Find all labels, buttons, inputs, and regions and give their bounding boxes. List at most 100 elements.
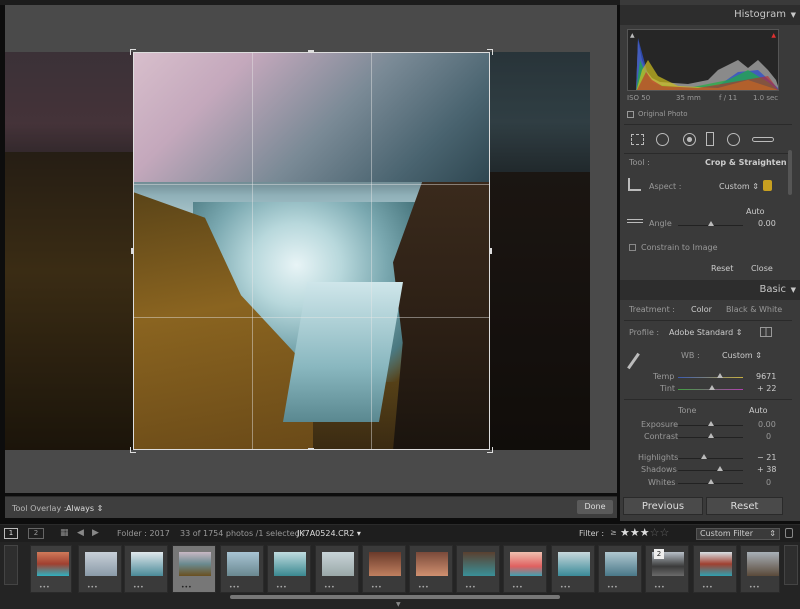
shadow-clipping-icon[interactable]: ▲ [630,32,635,39]
shadows-slider[interactable] [678,470,743,471]
star-rating-filter[interactable]: ★★★☆☆ [620,526,669,539]
lock-icon[interactable] [763,180,772,191]
filmstrip-left-thumb[interactable] [4,545,18,585]
graduated-filter-icon[interactable] [706,132,714,146]
temp-value[interactable]: 9671 [756,372,776,381]
crop-handle-top-right[interactable] [487,49,493,55]
crop-handle-bottom-left[interactable] [130,447,136,453]
profile-browser-icon[interactable] [760,327,772,337]
grid-icon[interactable]: ▦ [60,528,69,538]
dropdown-arrow-icon: ▾ [356,529,361,538]
rating-filter-operator[interactable]: ≥ [610,528,617,537]
tool-overlay-select[interactable]: Always ⇕ [66,504,103,513]
basic-header[interactable]: Basic ▼ [620,280,800,300]
shadows-slider-knob[interactable] [717,466,723,471]
radial-filter-icon[interactable] [727,133,740,146]
thumbnail[interactable]: ••• [693,545,737,593]
angle-value[interactable]: 0.00 [758,219,776,228]
thumbnail[interactable]: ••• [220,545,264,593]
thumbnail[interactable]: ••• [740,545,780,593]
angle-label: Angle [649,219,672,228]
crop-handle-top-left[interactable] [130,49,136,55]
eyedropper-icon[interactable] [627,352,640,370]
aspect-label: Aspect : [649,182,682,191]
crop-angle-icon[interactable] [628,178,641,191]
rating-stars: ••• [512,584,523,591]
temp-slider-knob[interactable] [717,373,723,378]
filter-select[interactable]: Custom Filter ⇕ [696,528,780,540]
histogram-header[interactable]: Histogram ▼ [620,5,800,25]
thumbnail[interactable]: ••• [598,545,642,593]
crop-close-button[interactable]: Close [751,264,773,273]
auto-straighten-button[interactable]: Auto [746,207,765,216]
back-arrow-icon[interactable]: ◀ [77,528,84,538]
wb-select[interactable]: Custom ⇕ [722,351,762,360]
thumbnail[interactable]: ••• [551,545,595,593]
thumbnail[interactable]: ••• [30,545,72,593]
exposure-value[interactable]: 0.00 [758,420,776,429]
folder-label[interactable]: Folder : 2017 [117,529,170,538]
filmstrip-right-thumb[interactable] [784,545,798,585]
thumbnail-selected[interactable]: ••• [172,545,216,593]
rating-stars: ••• [702,584,713,591]
whites-slider-knob[interactable] [708,479,714,484]
level-tool-icon[interactable] [627,219,643,223]
previous-button[interactable]: Previous [623,497,703,515]
aspect-select[interactable]: Custom ⇕ [719,182,759,191]
panel-scrollbar[interactable] [788,150,792,195]
tone-auto-button[interactable]: Auto [749,406,768,415]
crop-handle-bottom-right[interactable] [487,447,493,453]
whites-value[interactable]: 0 [766,478,771,487]
crop-handle-right[interactable] [490,248,492,254]
tint-value[interactable]: + 22 [757,384,776,393]
selected-filename[interactable]: JK7A0524.CR2 ▾ [297,529,361,538]
crop-handle-top[interactable] [308,50,314,52]
done-button[interactable]: Done [577,500,613,514]
crop-reset-button[interactable]: Reset [711,264,733,273]
tint-slider-knob[interactable] [709,385,715,390]
adjustment-brush-icon[interactable] [752,137,774,142]
thumbnail[interactable]: ••• [124,545,168,593]
thumbnail[interactable]: ••• [456,545,500,593]
treatment-color-button[interactable]: Color [691,305,712,314]
highlights-slider-knob[interactable] [701,454,707,459]
thumbnail[interactable]: ••• [409,545,453,593]
original-photo-checkbox[interactable] [627,111,634,118]
exposure-slider-knob[interactable] [708,421,714,426]
view-1-button[interactable]: 1 [4,528,18,539]
crop-frame[interactable] [133,52,490,450]
treatment-bw-button[interactable]: Black & White [726,305,782,314]
temp-slider[interactable] [678,377,743,378]
highlights-slider[interactable] [678,458,743,459]
thumbnail[interactable]: ••• [503,545,547,593]
profile-select[interactable]: Adobe Standard ⇕ [669,328,743,337]
crop-handle-bottom[interactable] [308,448,314,450]
highlights-value[interactable]: − 21 [757,453,776,462]
thumbnail[interactable]: ••• [362,545,406,593]
shadows-value[interactable]: + 38 [757,465,776,474]
constrain-checkbox[interactable] [629,244,636,251]
red-eye-icon[interactable] [683,133,696,146]
shadows-label: Shadows [641,465,677,474]
reset-button[interactable]: Reset [706,497,783,515]
crop-tool-icon[interactable] [631,134,644,145]
contrast-slider-knob[interactable] [708,433,714,438]
filmstrip-scrollbar[interactable] [230,595,560,599]
crop-handle-left[interactable] [131,248,133,254]
lock-filter-icon[interactable] [785,528,793,538]
highlight-clipping-icon[interactable]: ▲ [771,32,776,39]
image-canvas[interactable] [5,5,617,493]
spot-removal-icon[interactable] [656,133,669,146]
thumbnail[interactable]: ••• [315,545,359,593]
collapse-triangle-icon[interactable]: ▼ [791,5,796,25]
forward-arrow-icon[interactable]: ▶ [92,528,99,538]
thumbnail[interactable]: ••• [78,545,122,593]
thumbnail-stack[interactable]: 2 ••• [645,545,689,593]
contrast-value[interactable]: 0 [766,432,771,441]
view-2-button[interactable]: 2 [28,528,44,539]
filmstrip-toggle-icon[interactable]: ▼ [396,601,401,608]
chevron-updown-icon: ⇕ [96,504,104,513]
thumbnail[interactable]: ••• [267,545,311,593]
angle-slider-knob[interactable] [707,221,714,226]
collapse-triangle-icon[interactable]: ▼ [791,280,796,300]
